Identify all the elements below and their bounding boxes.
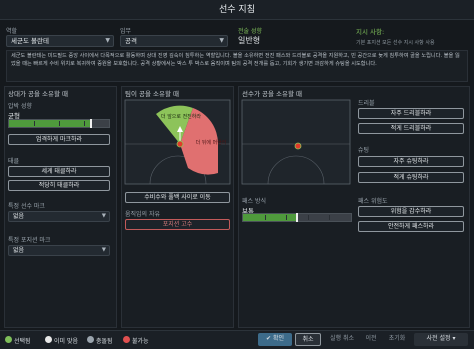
- passing-style-label: 패스 방식: [242, 198, 266, 205]
- mark-position-label: 특정 포지션 마크: [8, 237, 51, 244]
- ease-off-tackles-button[interactable]: 적당히 태클하라: [8, 180, 110, 191]
- hold-position-button[interactable]: 포지션 고수: [125, 219, 230, 230]
- chevron-down-icon: ▼: [105, 37, 110, 44]
- panel-title-player-in-possession: 선수가 공을 소유할 때: [242, 90, 303, 98]
- chevron-down-icon: ▼: [219, 37, 224, 44]
- shoot-less-button[interactable]: 적게 슈팅하라: [358, 172, 464, 183]
- slider-tick: [84, 121, 85, 126]
- pressing-slider-fill: [9, 120, 91, 127]
- slider-tick: [307, 215, 309, 220]
- role-label: 역할: [6, 28, 18, 35]
- tactic-label: 전술 성향: [238, 28, 262, 35]
- mark-player-select[interactable]: 없음 ▼: [8, 211, 110, 222]
- take-more-risks-button[interactable]: 위험을 감수하라: [358, 206, 464, 217]
- chevron-down-icon: ▼: [101, 213, 106, 219]
- legend-already-label: 이미 맞음: [54, 338, 78, 345]
- instruction-label: 지시 사항:: [356, 28, 385, 36]
- shoot-label: 슈팅: [358, 147, 370, 154]
- slider-tick: [264, 215, 266, 220]
- pressing-label: 압박 성향: [8, 103, 32, 110]
- mark-position-select[interactable]: 없음 ▼: [8, 245, 110, 256]
- move-into-channels-button[interactable]: 수비수와 풀백 사이로 이동: [125, 192, 230, 203]
- mark-player-value: 없음: [13, 213, 25, 220]
- mark-tightly-button[interactable]: 엄격하게 마크하라: [8, 134, 110, 145]
- instruction-value: 기본 포지션 모든 선수 지시 사항 사용: [356, 40, 435, 46]
- legend-unavailable-label: 불가능: [132, 338, 149, 345]
- panel-title-in-possession: 팀이 공을 소유할 때: [125, 90, 180, 98]
- passing-risk-label: 패스 위험도: [358, 198, 388, 205]
- position-pitch[interactable]: 더 앞으로 전진하라 더 뒤에 머물러: [123, 98, 232, 186]
- slider-tick: [329, 215, 331, 220]
- player-pitch[interactable]: [240, 98, 352, 186]
- legend-unavailable-icon: [123, 336, 130, 343]
- passing-style-slider[interactable]: [242, 213, 352, 222]
- freedom-label: 움직임의 자유: [125, 211, 161, 218]
- confirm-button[interactable]: ✔ 확인: [258, 333, 292, 346]
- passing-slider-handle[interactable]: [296, 213, 298, 222]
- legend-conflict-label: 충돌됨: [96, 338, 113, 345]
- dribble-more-button[interactable]: 자주 드리블하라: [358, 108, 464, 119]
- tackle-label: 태클: [8, 158, 20, 165]
- reset-button[interactable]: 초기화: [384, 333, 410, 346]
- pass-safely-button[interactable]: 안전하게 패스하라: [358, 221, 464, 232]
- tackle-harder-button[interactable]: 세게 태클하라: [8, 166, 110, 177]
- zone-advance-label: 더 앞으로 전진하라: [161, 113, 201, 120]
- duty-value: 공격: [125, 37, 137, 45]
- zone-stay-back-label: 더 뒤에 머물러: [196, 139, 227, 146]
- cancel-button[interactable]: 취소: [295, 333, 321, 346]
- pitch-outline: [241, 99, 351, 185]
- chevron-down-icon: ▼: [101, 247, 106, 253]
- legend-conflict-icon: [87, 336, 94, 343]
- player-position-marker[interactable]: [176, 140, 184, 148]
- check-icon: ✔: [266, 335, 273, 342]
- dribble-label: 드리블: [358, 100, 375, 107]
- legend-already-icon: [45, 336, 52, 343]
- role-select[interactable]: 세군도 볼란테 ▼: [6, 35, 114, 47]
- undo-button[interactable]: 실행 취소: [326, 333, 358, 346]
- duty-select[interactable]: 공격 ▼: [120, 35, 228, 47]
- dribble-less-button[interactable]: 적게 드리블하라: [358, 123, 464, 134]
- shoot-more-button[interactable]: 자주 슈팅하라: [358, 156, 464, 167]
- slider-tick: [34, 121, 35, 126]
- passing-slider-fill: [243, 214, 297, 221]
- confirm-label: 확인: [272, 335, 284, 342]
- pressing-slider-handle[interactable]: [90, 119, 92, 128]
- previous-button[interactable]: 이전: [360, 333, 382, 346]
- legend-selected-icon: [5, 336, 12, 343]
- presets-button[interactable]: 사전 설정 ▾: [414, 333, 468, 346]
- legend-selected-label: 선택됨: [14, 338, 31, 345]
- chevron-down-icon: ▾: [450, 335, 456, 342]
- role-description: 세군도 볼란테는 미드필드 중앙 사이에서 다목적으로 활동하며 상대 진영 깊…: [6, 50, 468, 82]
- mark-player-label: 특정 선수 마크: [8, 203, 45, 210]
- slider-tick: [286, 215, 288, 220]
- presets-label: 사전 설정: [426, 335, 451, 342]
- pressing-slider[interactable]: [8, 119, 110, 128]
- duty-label: 임무: [120, 28, 132, 35]
- tactic-value: 일반형: [238, 36, 261, 45]
- role-value: 세군도 볼란테: [11, 37, 49, 45]
- mark-position-value: 없음: [13, 247, 25, 254]
- player-position-marker: [294, 142, 302, 150]
- panel-title-out-of-possession: 상대가 공을 소유할 때: [8, 90, 69, 98]
- window-title: 선수 지침: [0, 0, 474, 20]
- slider-tick: [59, 121, 60, 126]
